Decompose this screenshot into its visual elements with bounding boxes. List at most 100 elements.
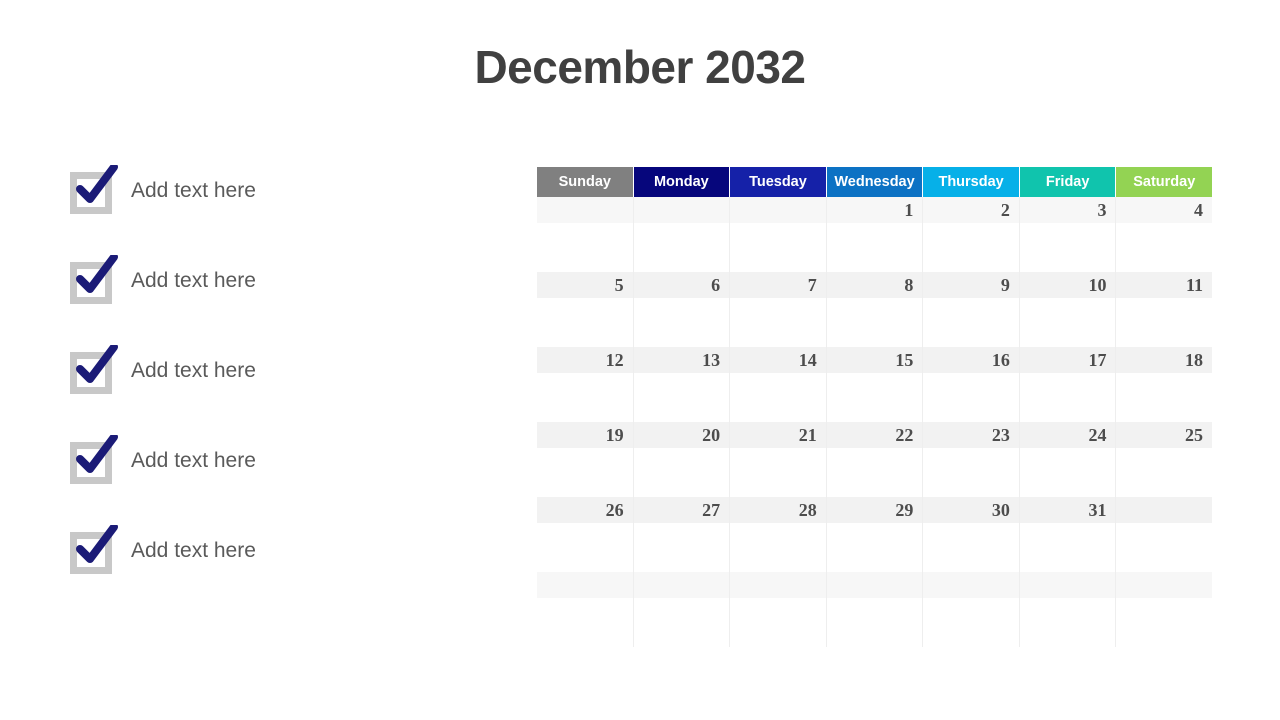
checklist-item[interactable]: Add text here: [70, 345, 490, 394]
day-content-area[interactable]: [730, 448, 826, 497]
day-content-area[interactable]: [923, 448, 1019, 497]
calendar-day-cell[interactable]: 18: [1115, 347, 1213, 422]
day-content-area[interactable]: [1019, 523, 1116, 572]
day-content-area[interactable]: [1019, 223, 1116, 272]
checkbox[interactable]: [70, 165, 118, 214]
calendar-day-cell[interactable]: [729, 572, 826, 647]
day-number: 26: [537, 497, 633, 523]
day-number: 15: [826, 347, 923, 373]
calendar-day-cell[interactable]: 21: [729, 422, 826, 497]
calendar-day-cell[interactable]: 19: [537, 422, 633, 497]
checkbox[interactable]: [70, 345, 118, 394]
calendar-day-cell[interactable]: 27: [632, 497, 730, 572]
calendar-day-cell[interactable]: 30: [922, 497, 1019, 572]
calendar-day-cell[interactable]: 2: [922, 197, 1019, 272]
calendar-day-cell[interactable]: 5: [537, 272, 633, 347]
day-content-area[interactable]: [730, 298, 826, 347]
checkbox-frame: [70, 352, 112, 394]
calendar-day-cell[interactable]: 15: [825, 347, 923, 422]
day-content-area[interactable]: [923, 523, 1019, 572]
calendar-day-cell[interactable]: [1115, 497, 1213, 572]
calendar-day-cell[interactable]: [922, 572, 1019, 647]
calendar-day-cell[interactable]: 4: [1115, 197, 1213, 272]
day-content-area[interactable]: [730, 598, 826, 647]
day-content-area[interactable]: [826, 523, 923, 572]
day-content-area[interactable]: [537, 598, 633, 647]
calendar-day-cell[interactable]: [632, 572, 730, 647]
calendar-day-cell[interactable]: 16: [922, 347, 1019, 422]
day-content-area[interactable]: [537, 298, 633, 347]
calendar-day-cell[interactable]: [729, 197, 826, 272]
day-content-area[interactable]: [537, 223, 633, 272]
day-content-area[interactable]: [633, 448, 730, 497]
checklist-item[interactable]: Add text here: [70, 435, 490, 484]
day-content-area[interactable]: [923, 373, 1019, 422]
day-content-area[interactable]: [537, 523, 633, 572]
calendar-day-cell[interactable]: 7: [729, 272, 826, 347]
checkbox[interactable]: [70, 525, 118, 574]
calendar-day-cell[interactable]: [1018, 572, 1116, 647]
day-content-area[interactable]: [826, 448, 923, 497]
calendar-day-cell[interactable]: 26: [537, 497, 633, 572]
calendar-day-cell[interactable]: 25: [1115, 422, 1213, 497]
calendar-day-cell[interactable]: 9: [922, 272, 1019, 347]
day-content-area[interactable]: [1116, 598, 1213, 647]
day-content-area[interactable]: [826, 223, 923, 272]
day-content-area[interactable]: [537, 373, 633, 422]
day-content-area[interactable]: [826, 298, 923, 347]
calendar-week-row: [537, 572, 1213, 647]
day-content-area[interactable]: [730, 523, 826, 572]
calendar-day-cell[interactable]: 23: [922, 422, 1019, 497]
checklist-item[interactable]: Add text here: [70, 525, 490, 574]
day-content-area[interactable]: [1116, 223, 1213, 272]
calendar-day-cell[interactable]: [537, 197, 633, 272]
day-content-area[interactable]: [826, 598, 923, 647]
calendar-day-cell[interactable]: 10: [1018, 272, 1116, 347]
day-content-area[interactable]: [537, 448, 633, 497]
calendar-day-cell[interactable]: [1115, 572, 1213, 647]
calendar-day-cell[interactable]: 31: [1018, 497, 1116, 572]
checkbox[interactable]: [70, 255, 118, 304]
day-content-area[interactable]: [1019, 448, 1116, 497]
calendar-day-cell[interactable]: 8: [825, 272, 923, 347]
day-content-area[interactable]: [923, 598, 1019, 647]
calendar-day-cell[interactable]: 1: [825, 197, 923, 272]
checklist-item[interactable]: Add text here: [70, 165, 490, 214]
calendar-day-cell[interactable]: 17: [1018, 347, 1116, 422]
day-content-area[interactable]: [633, 598, 730, 647]
day-content-area[interactable]: [633, 373, 730, 422]
calendar-day-cell[interactable]: 11: [1115, 272, 1213, 347]
calendar-day-cell[interactable]: 28: [729, 497, 826, 572]
day-content-area[interactable]: [1019, 598, 1116, 647]
calendar-day-cell[interactable]: 24: [1018, 422, 1116, 497]
day-content-area[interactable]: [1116, 523, 1213, 572]
day-content-area[interactable]: [1019, 373, 1116, 422]
day-content-area[interactable]: [633, 223, 730, 272]
day-number: 29: [826, 497, 923, 523]
checkbox-frame: [70, 442, 112, 484]
day-content-area[interactable]: [1019, 298, 1116, 347]
calendar-day-cell[interactable]: 13: [632, 347, 730, 422]
calendar-day-cell[interactable]: 20: [632, 422, 730, 497]
calendar-day-cell[interactable]: [632, 197, 730, 272]
day-content-area[interactable]: [923, 298, 1019, 347]
calendar-day-cell[interactable]: 22: [825, 422, 923, 497]
calendar-day-cell[interactable]: 14: [729, 347, 826, 422]
calendar-day-cell[interactable]: 6: [632, 272, 730, 347]
day-content-area[interactable]: [633, 523, 730, 572]
calendar-day-cell[interactable]: [825, 572, 923, 647]
day-content-area[interactable]: [730, 223, 826, 272]
day-content-area[interactable]: [1116, 298, 1213, 347]
day-content-area[interactable]: [826, 373, 923, 422]
calendar-day-cell[interactable]: 3: [1018, 197, 1116, 272]
day-content-area[interactable]: [633, 298, 730, 347]
checklist-item[interactable]: Add text here: [70, 255, 490, 304]
calendar-day-cell[interactable]: [537, 572, 633, 647]
day-content-area[interactable]: [923, 223, 1019, 272]
day-content-area[interactable]: [1116, 448, 1213, 497]
day-content-area[interactable]: [1116, 373, 1213, 422]
day-content-area[interactable]: [730, 373, 826, 422]
checkbox[interactable]: [70, 435, 118, 484]
calendar-day-cell[interactable]: 12: [537, 347, 633, 422]
calendar-day-cell[interactable]: 29: [825, 497, 923, 572]
